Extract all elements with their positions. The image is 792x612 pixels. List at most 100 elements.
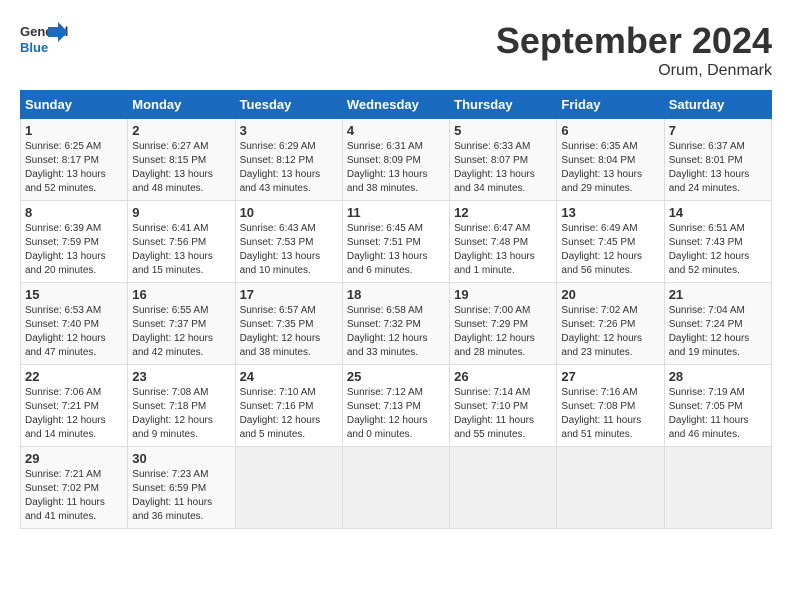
calendar-cell: 3Sunrise: 6:29 AMSunset: 8:12 PMDaylight… (235, 119, 342, 201)
day-info: Sunrise: 6:39 AMSunset: 7:59 PMDaylight:… (25, 222, 123, 278)
col-header-wednesday: Wednesday (342, 91, 449, 119)
logo: General Blue (20, 20, 70, 65)
calendar-cell: 27 Sunrise: 7:16 AMSunset: 7:08 PMDayligh… (557, 365, 664, 447)
day-info: Sunrise: 6:35 AMSunset: 8:04 PMDaylight:… (561, 140, 659, 196)
day-info: Sunrise: 7:12 AMSunset: 7:13 PMDaylight:… (347, 386, 445, 442)
day-number: 22 (25, 369, 123, 384)
calendar-header-row: SundayMondayTuesdayWednesdayThursdayFrid… (21, 91, 772, 119)
day-number: 4 (347, 123, 445, 138)
calendar-cell: 24 Sunrise: 7:10 AMSunset: 7:16 PMDayligh… (235, 365, 342, 447)
day-number: 1 (25, 123, 123, 138)
day-number: 26 (454, 369, 552, 384)
calendar-cell: 10 Sunrise: 6:43 AMSunset: 7:53 PMDayligh… (235, 201, 342, 283)
day-info: Sunrise: 6:31 AMSunset: 8:09 PMDaylight:… (347, 140, 445, 196)
col-header-monday: Monday (128, 91, 235, 119)
calendar-cell: 13 Sunrise: 6:49 AMSunset: 7:45 PMDayligh… (557, 201, 664, 283)
calendar-cell: 28 Sunrise: 7:19 AMSunset: 7:05 PMDayligh… (664, 365, 771, 447)
day-info: Sunrise: 7:19 AMSunset: 7:05 PMDaylight:… (669, 386, 767, 442)
day-info: Sunrise: 6:51 AMSunset: 7:43 PMDaylight:… (669, 222, 767, 278)
day-number: 30 (132, 451, 230, 466)
day-number: 14 (669, 205, 767, 220)
calendar-cell: 20Sunrise: 7:02 AMSunset: 7:26 PMDayligh… (557, 283, 664, 365)
day-number: 13 (561, 205, 659, 220)
title-area: September 2024 Orum, Denmark (496, 20, 772, 80)
day-info: Sunrise: 6:27 AMSunset: 8:15 PMDaylight:… (132, 140, 230, 196)
day-number: 15 (25, 287, 123, 302)
calendar-cell: 5 Sunrise: 6:33 AMSunset: 8:07 PMDaylight… (450, 119, 557, 201)
calendar-week-row: 8Sunrise: 6:39 AMSunset: 7:59 PMDaylight… (21, 201, 772, 283)
calendar-cell: 12 Sunrise: 6:47 AMSunset: 7:48 PMDayligh… (450, 201, 557, 283)
calendar-cell (450, 447, 557, 529)
calendar-cell: 16 Sunrise: 6:55 AMSunset: 7:37 PMDayligh… (128, 283, 235, 365)
logo-icon: General Blue (20, 20, 70, 65)
svg-text:Blue: Blue (20, 40, 48, 55)
col-header-saturday: Saturday (664, 91, 771, 119)
calendar-cell: 17Sunrise: 6:57 AMSunset: 7:35 PMDayligh… (235, 283, 342, 365)
day-info: Sunrise: 6:45 AMSunset: 7:51 PMDaylight:… (347, 222, 445, 278)
calendar-week-row: 22Sunrise: 7:06 AMSunset: 7:21 PMDayligh… (21, 365, 772, 447)
day-info: Sunrise: 6:33 AMSunset: 8:07 PMDaylight:… (454, 140, 552, 196)
day-number: 12 (454, 205, 552, 220)
calendar-cell: 15Sunrise: 6:53 AMSunset: 7:40 PMDayligh… (21, 283, 128, 365)
calendar-cell: 18 Sunrise: 6:58 AMSunset: 7:32 PMDayligh… (342, 283, 449, 365)
day-info: Sunrise: 6:37 AMSunset: 8:01 PMDaylight:… (669, 140, 767, 196)
day-info: Sunrise: 7:16 AMSunset: 7:08 PMDaylight:… (561, 386, 659, 442)
calendar-cell: 19 Sunrise: 7:00 AMSunset: 7:29 PMDayligh… (450, 283, 557, 365)
day-number: 7 (669, 123, 767, 138)
day-info: Sunrise: 6:41 AMSunset: 7:56 PMDaylight:… (132, 222, 230, 278)
calendar-cell (664, 447, 771, 529)
calendar-cell: 7 Sunrise: 6:37 AMSunset: 8:01 PMDaylight… (664, 119, 771, 201)
calendar-cell: 9 Sunrise: 6:41 AMSunset: 7:56 PMDaylight… (128, 201, 235, 283)
location-title: Orum, Denmark (496, 62, 772, 80)
calendar-cell: 6 Sunrise: 6:35 AMSunset: 8:04 PMDaylight… (557, 119, 664, 201)
day-info: Sunrise: 6:49 AMSunset: 7:45 PMDaylight:… (561, 222, 659, 278)
calendar-cell: 21Sunrise: 7:04 AMSunset: 7:24 PMDayligh… (664, 283, 771, 365)
day-number: 5 (454, 123, 552, 138)
calendar-cell: 25 Sunrise: 7:12 AMSunset: 7:13 PMDayligh… (342, 365, 449, 447)
calendar-cell: 29 Sunrise: 7:21 AMSunset: 7:02 PMDayligh… (21, 447, 128, 529)
calendar-cell: 30 Sunrise: 7:23 AMSunset: 6:59 PMDayligh… (128, 447, 235, 529)
day-number: 21 (669, 287, 767, 302)
day-number: 3 (240, 123, 338, 138)
day-number: 27 (561, 369, 659, 384)
col-header-sunday: Sunday (21, 91, 128, 119)
calendar-cell: 26 Sunrise: 7:14 AMSunset: 7:10 PMDayligh… (450, 365, 557, 447)
day-info: Sunrise: 6:55 AMSunset: 7:37 PMDaylight:… (132, 304, 230, 360)
day-info: Sunrise: 6:43 AMSunset: 7:53 PMDaylight:… (240, 222, 338, 278)
day-number: 28 (669, 369, 767, 384)
day-number: 11 (347, 205, 445, 220)
calendar-cell (342, 447, 449, 529)
day-info: Sunrise: 7:23 AMSunset: 6:59 PMDaylight:… (132, 468, 230, 524)
month-title: September 2024 (496, 20, 772, 62)
day-number: 18 (347, 287, 445, 302)
day-number: 23 (132, 369, 230, 384)
day-info: Sunrise: 7:00 AMSunset: 7:29 PMDaylight:… (454, 304, 552, 360)
day-number: 16 (132, 287, 230, 302)
day-number: 2 (132, 123, 230, 138)
day-info: Sunrise: 7:21 AMSunset: 7:02 PMDaylight:… (25, 468, 123, 524)
calendar-cell: 1Sunrise: 6:25 AMSunset: 8:17 PMDaylight… (21, 119, 128, 201)
col-header-friday: Friday (557, 91, 664, 119)
day-number: 6 (561, 123, 659, 138)
calendar-week-row: 29 Sunrise: 7:21 AMSunset: 7:02 PMDayligh… (21, 447, 772, 529)
calendar-cell: 23Sunrise: 7:08 AMSunset: 7:18 PMDayligh… (128, 365, 235, 447)
calendar-week-row: 15Sunrise: 6:53 AMSunset: 7:40 PMDayligh… (21, 283, 772, 365)
day-number: 24 (240, 369, 338, 384)
calendar-cell: 22Sunrise: 7:06 AMSunset: 7:21 PMDayligh… (21, 365, 128, 447)
day-number: 19 (454, 287, 552, 302)
day-number: 10 (240, 205, 338, 220)
calendar-cell: 8Sunrise: 6:39 AMSunset: 7:59 PMDaylight… (21, 201, 128, 283)
calendar-cell: 2 Sunrise: 6:27 AMSunset: 8:15 PMDaylight… (128, 119, 235, 201)
day-number: 9 (132, 205, 230, 220)
col-header-thursday: Thursday (450, 91, 557, 119)
day-info: Sunrise: 7:10 AMSunset: 7:16 PMDaylight:… (240, 386, 338, 442)
day-info: Sunrise: 6:58 AMSunset: 7:32 PMDaylight:… (347, 304, 445, 360)
calendar-table: SundayMondayTuesdayWednesdayThursdayFrid… (20, 90, 772, 529)
day-info: Sunrise: 7:14 AMSunset: 7:10 PMDaylight:… (454, 386, 552, 442)
calendar-week-row: 1Sunrise: 6:25 AMSunset: 8:17 PMDaylight… (21, 119, 772, 201)
day-number: 20 (561, 287, 659, 302)
day-info: Sunrise: 6:47 AMSunset: 7:48 PMDaylight:… (454, 222, 552, 278)
day-number: 25 (347, 369, 445, 384)
day-number: 29 (25, 451, 123, 466)
col-header-tuesday: Tuesday (235, 91, 342, 119)
